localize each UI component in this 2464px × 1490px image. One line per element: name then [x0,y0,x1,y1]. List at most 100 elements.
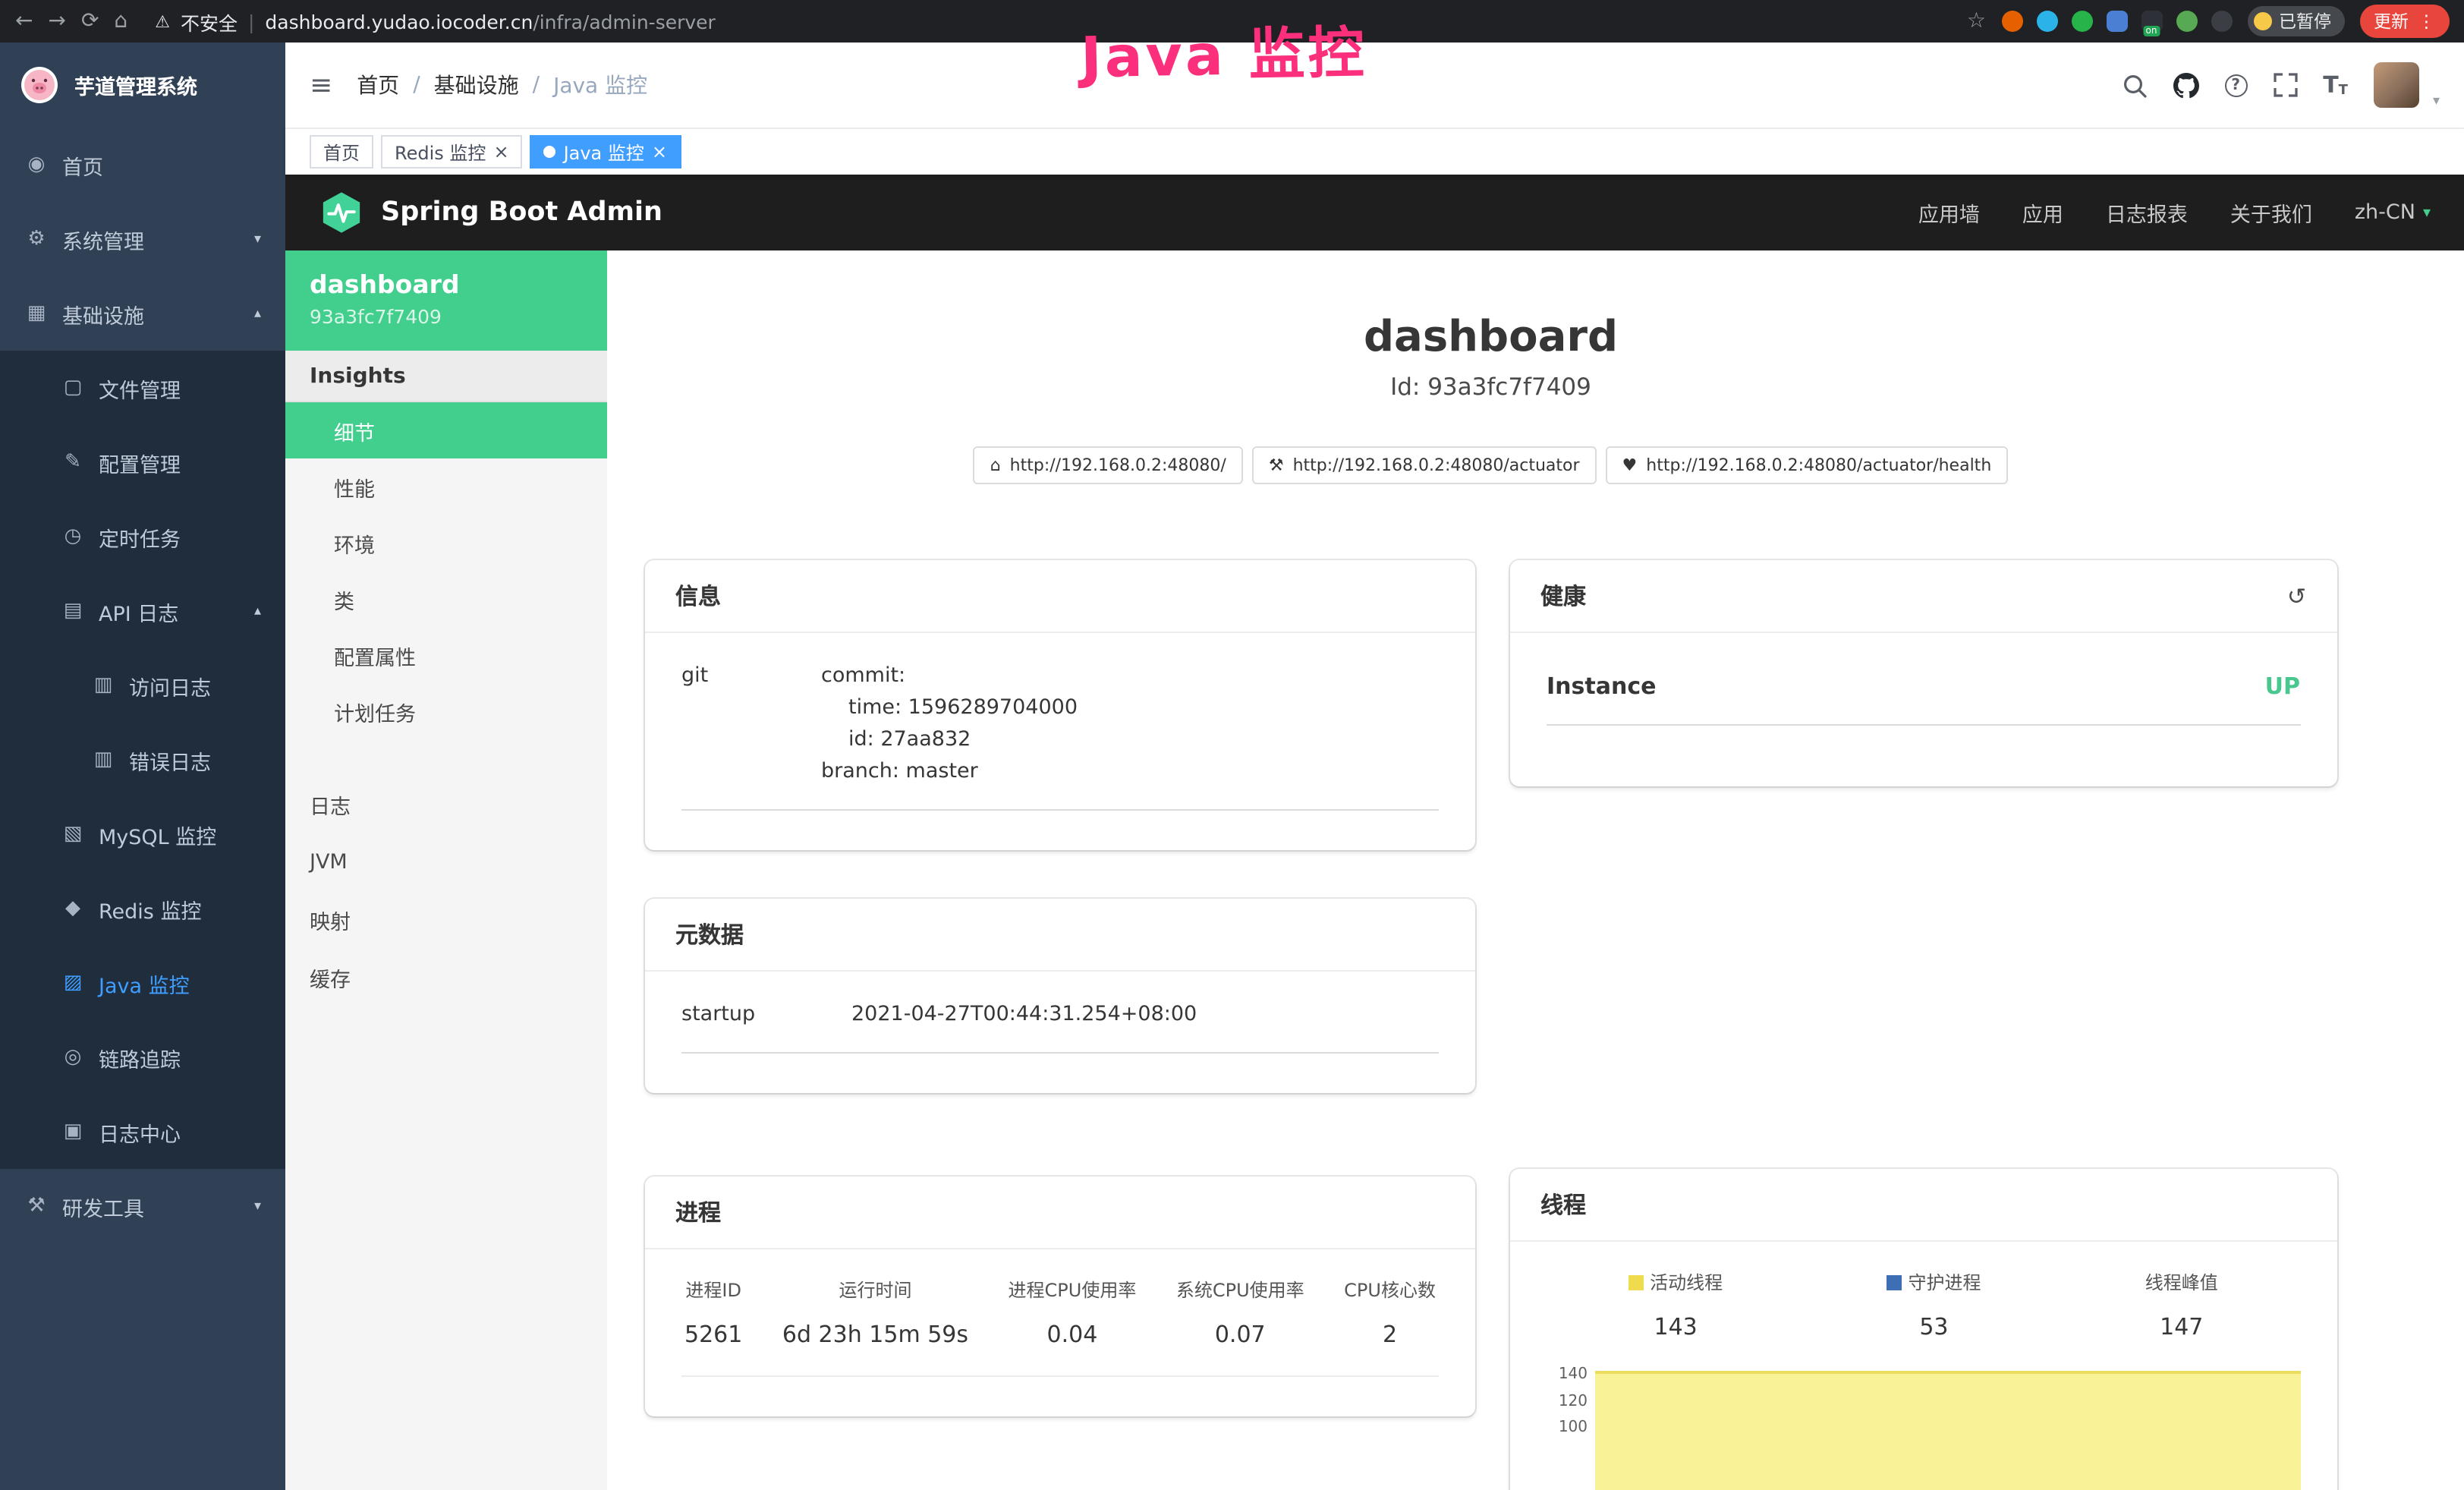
sba-nav-wall[interactable]: 应用墙 [1918,197,1980,228]
sba-nav-applications[interactable]: 应用 [2022,197,2063,228]
home-icon[interactable]: ⌂ [114,11,127,32]
stat-value: 6d 23h 15m 59s [782,1320,968,1347]
tab-java-monitor[interactable]: Java 监控 × [530,135,681,169]
kebab-menu-icon[interactable]: ⋮ [2418,11,2435,32]
update-button[interactable]: 更新 ⋮ [2360,5,2449,38]
close-icon[interactable]: × [493,143,508,161]
extension-icon[interactable] [2071,11,2092,32]
sidebar-item-tracing[interactable]: ◎ 链路追踪 [0,1020,285,1095]
info-key: git [681,660,821,787]
extension-icon[interactable]: on [2141,11,2162,32]
tab-label: Java 监控 [564,139,644,165]
health-status-badge: UP [2265,673,2300,700]
sba-item-environment[interactable]: 环境 [285,515,607,571]
sba-nav-journal[interactable]: 日志报表 [2106,197,2188,228]
tab-redis-monitor[interactable]: Redis 监控 × [381,135,523,169]
sba-item-scheduled-tasks[interactable]: 计划任务 [285,683,607,739]
sba-item-config-props[interactable]: 配置属性 [285,627,607,683]
sidebar-item-infrastructure[interactable]: ▦ 基础设施 ▴ [0,276,285,351]
sba-brand[interactable]: Spring Boot Admin [319,190,662,235]
sidebar-item-redis-monitor[interactable]: ◆ Redis 监控 [0,871,285,946]
health-instance-row[interactable]: Instance UP [1547,666,2300,726]
history-icon[interactable]: ↺ [2287,582,2306,610]
sidebar-item-label: 错误日志 [129,745,261,775]
config-icon: ✎ [61,451,85,474]
instance-title: dashboard [645,311,2337,361]
actuator-url-link[interactable]: ⚒ http://192.168.0.2:48080/actuator [1252,446,1597,484]
sba-instance-header[interactable]: dashboard 93a3fc7f7409 [285,250,607,351]
sidebar-item-api-logs[interactable]: ▤ API 日志 ▴ [0,574,285,648]
sba-nav-about[interactable]: 关于我们 [2230,197,2312,228]
locale-selector[interactable]: zh-CN ▾ [2355,200,2431,225]
address-bar[interactable]: ⚠ 不安全 | dashboard.yudao.iocoder.cn/infra… [143,7,1952,36]
breadcrumb-separator: / [413,73,420,97]
y-tick: 100 [1547,1415,1588,1441]
sba-item-classes[interactable]: 类 [285,571,607,627]
app-title: 芋道管理系统 [74,70,197,100]
extension-icon[interactable] [2211,11,2232,32]
help-icon[interactable]: ? [2224,74,2247,96]
stat-value: 5261 [684,1320,742,1347]
base-url-link[interactable]: ⌂ http://192.168.0.2:48080/ [974,446,1243,484]
github-icon[interactable] [2173,72,2198,98]
sidebar-item-label: MySQL 监控 [99,819,261,849]
chevron-down-icon: ▾ [254,1199,261,1214]
extension-icon[interactable] [2001,11,2022,32]
sidebar-item-log-center[interactable]: ▣ 日志中心 [0,1095,285,1169]
sidebar-item-dev-tools[interactable]: ⚒ 研发工具 ▾ [0,1169,285,1243]
legend-value: 143 [1629,1313,1723,1340]
sba-item-mappings[interactable]: 映射 [285,891,607,949]
sba-item-caches[interactable]: 缓存 [285,949,607,1006]
breadcrumb-item-infrastructure[interactable]: 基础设施 [434,70,519,100]
sba-main-content: dashboard Id: 93a3fc7f7409 ⌂ http://192.… [607,250,2464,1490]
sidebar-item-system-mgmt[interactable]: ⚙ 系统管理 ▾ [0,202,285,276]
sidebar-item-label: 定时任务 [99,521,261,552]
forward-icon[interactable]: → [48,11,65,32]
process-stat: 系统CPU使用率 0.07 [1173,1276,1308,1347]
legend-value: 53 [1887,1313,1981,1340]
health-url-link[interactable]: ♥ http://192.168.0.2:48080/actuator/heal… [1606,446,2009,484]
sidebar-item-java-monitor[interactable]: ▨ Java 监控 [0,946,285,1020]
back-icon[interactable]: ← [15,11,33,32]
reload-icon[interactable]: ⟳ [81,11,99,32]
stat-value: 0.07 [1176,1320,1304,1347]
extension-icon[interactable] [2176,11,2197,32]
tab-home[interactable]: 首页 [310,135,373,169]
sidebar-item-config-mgmt[interactable]: ✎ 配置管理 [0,425,285,499]
sidebar-item-home[interactable]: ◉ 首页 [0,128,285,202]
close-icon[interactable]: × [652,143,667,161]
extension-icon[interactable] [2036,11,2057,32]
sidebar-item-file-mgmt[interactable]: ▢ 文件管理 [0,351,285,425]
pig-logo-icon [20,65,59,105]
bookmark-star-icon[interactable]: ☆ [1967,11,1986,32]
search-icon[interactable] [2121,72,2147,98]
sidebar-menu: ◉ 首页 ⚙ 系统管理 ▾ ▦ 基础设施 ▴ ▢ 文件管理 [0,128,285,1243]
breadcrumb-item-home[interactable]: 首页 [357,70,399,100]
sidebar-item-mysql-monitor[interactable]: ▧ MySQL 监控 [0,797,285,871]
sba-item-details[interactable]: 细节 [285,402,607,458]
handwritten-annotation: Java 监控 [1080,7,1367,94]
sidebar-item-access-logs[interactable]: ▥ 访问日志 [0,648,285,723]
sba-item-logs[interactable]: 日志 [285,776,607,833]
sba-section-insights[interactable]: Insights [285,351,607,402]
user-avatar[interactable] [2374,62,2419,108]
update-label: 更新 [2374,9,2409,33]
extension-icon[interactable] [2106,11,2127,32]
app-logo[interactable]: 芋道管理系统 [0,43,285,128]
sidebar-item-label: Java 监控 [99,968,261,998]
font-size-icon[interactable]: TT [2323,71,2348,99]
breadcrumb-item-current: Java 监控 [553,70,647,100]
hamburger-icon[interactable]: ≡ [310,69,332,101]
process-stat: 进程CPU使用率 0.04 [1005,1276,1140,1347]
security-warning-icon[interactable]: ⚠ [155,11,170,31]
stat-label: 系统CPU使用率 [1176,1276,1304,1302]
metadata-card: 元数据 startup 2021-04-27T00:44:31.254+08:0… [645,898,1475,1092]
sidebar-item-error-logs[interactable]: ▥ 错误日志 [0,723,285,797]
sba-item-jvm[interactable]: JVM [285,833,607,891]
profile-paused-badge[interactable]: 已暂停 [2247,6,2345,36]
chevron-down-icon[interactable]: ▾ [2433,94,2440,109]
sba-item-metrics[interactable]: 性能 [285,458,607,515]
sidebar-item-scheduled-tasks[interactable]: ◷ 定时任务 [0,499,285,574]
redis-icon: ◆ [61,897,85,920]
fullscreen-icon[interactable] [2273,73,2297,97]
